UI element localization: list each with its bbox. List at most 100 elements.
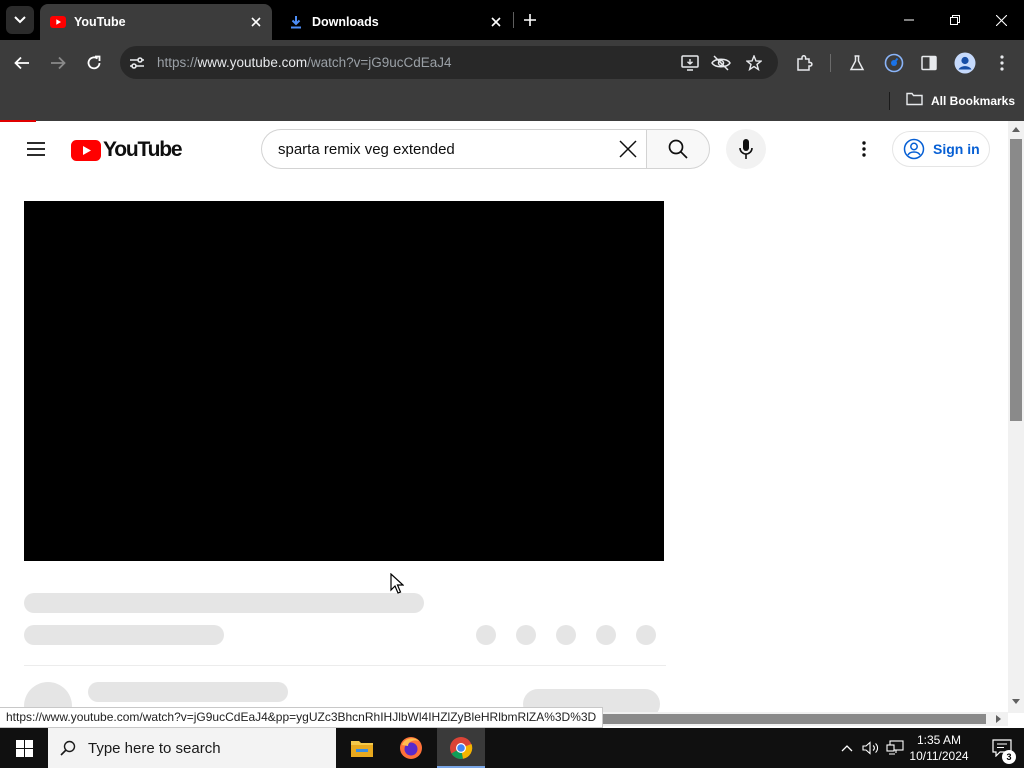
url-text: https://www.youtube.com/watch?v=jG9ucCdE… bbox=[157, 55, 452, 70]
browser-menu-button[interactable] bbox=[988, 49, 1016, 77]
youtube-logo[interactable]: YouTube bbox=[71, 138, 183, 162]
tab-downloads[interactable]: Downloads bbox=[278, 4, 512, 40]
settings-menu-button[interactable] bbox=[850, 135, 878, 163]
hamburger-icon bbox=[27, 142, 45, 156]
restore-button[interactable] bbox=[932, 0, 978, 40]
page-loading-bar bbox=[0, 120, 36, 122]
browser-tab-strip: YouTube Downloads bbox=[0, 0, 1024, 40]
video-title-placeholder bbox=[24, 593, 424, 613]
all-bookmarks-label: All Bookmarks bbox=[931, 93, 1016, 108]
account-circle-icon bbox=[903, 138, 925, 160]
clock-date: 10/11/2024 bbox=[909, 749, 969, 763]
chevron-up-icon bbox=[841, 745, 853, 752]
kebab-menu-icon bbox=[1000, 55, 1004, 71]
scroll-right-arrow-icon[interactable] bbox=[996, 715, 1001, 723]
clear-search-icon[interactable] bbox=[616, 137, 640, 161]
reload-icon bbox=[87, 55, 101, 70]
tab-youtube[interactable]: YouTube bbox=[40, 4, 272, 40]
search-icon bbox=[668, 139, 688, 159]
search-button[interactable] bbox=[646, 129, 710, 169]
youtube-icon bbox=[50, 14, 66, 30]
forward-button[interactable] bbox=[44, 49, 72, 77]
address-bar[interactable]: https://www.youtube.com/watch?v=jG9ucCdE… bbox=[120, 46, 778, 79]
tab-title: YouTube bbox=[74, 15, 126, 29]
toolbar-divider bbox=[830, 54, 831, 72]
url-host: www.youtube.com bbox=[197, 55, 308, 70]
close-tab-icon[interactable] bbox=[244, 10, 268, 34]
taskbar-firefox[interactable] bbox=[387, 728, 435, 768]
action-placeholder bbox=[516, 625, 536, 645]
tab-search-button[interactable] bbox=[6, 6, 34, 34]
sign-in-button[interactable]: Sign in bbox=[892, 131, 990, 167]
install-app-icon[interactable] bbox=[677, 50, 703, 76]
forward-arrow-icon bbox=[51, 56, 66, 70]
guide-menu-button[interactable] bbox=[22, 135, 50, 163]
site-info-icon[interactable] bbox=[124, 50, 150, 76]
video-player[interactable] bbox=[24, 201, 664, 561]
mouse-cursor-icon bbox=[390, 573, 404, 594]
extensions-button[interactable] bbox=[790, 49, 818, 77]
puzzle-icon bbox=[797, 54, 813, 71]
scroll-down-arrow-icon[interactable] bbox=[1012, 699, 1020, 704]
youtube-play-logo-icon bbox=[71, 139, 101, 161]
back-arrow-icon bbox=[14, 56, 29, 70]
reload-button[interactable] bbox=[80, 49, 108, 77]
labs-button[interactable] bbox=[843, 49, 871, 77]
side-panel-button[interactable] bbox=[915, 49, 943, 77]
windows-logo-icon bbox=[15, 739, 33, 757]
scrollbar-thumb[interactable] bbox=[1010, 139, 1022, 421]
start-button[interactable] bbox=[0, 728, 48, 768]
eye-slash-icon[interactable] bbox=[708, 50, 734, 76]
sign-in-label: Sign in bbox=[933, 141, 980, 157]
performance-button[interactable] bbox=[880, 49, 908, 77]
volume-button[interactable] bbox=[860, 728, 882, 768]
search-input[interactable]: sparta remix veg extended bbox=[261, 129, 647, 169]
voice-search-button[interactable] bbox=[726, 129, 766, 169]
profile-button[interactable] bbox=[951, 49, 979, 77]
plus-icon bbox=[524, 14, 536, 26]
browser-toolbar: https://www.youtube.com/watch?v=jG9ucCdE… bbox=[0, 40, 1024, 86]
firefox-icon bbox=[400, 737, 422, 759]
new-tab-button[interactable] bbox=[518, 8, 542, 32]
back-button[interactable] bbox=[8, 49, 36, 77]
vertical-scrollbar[interactable] bbox=[1008, 121, 1024, 713]
side-panel-icon bbox=[921, 55, 937, 71]
all-bookmarks-button[interactable]: All Bookmarks bbox=[906, 92, 1015, 109]
taskbar-file-explorer[interactable] bbox=[338, 728, 386, 768]
channel-info-placeholder bbox=[24, 625, 224, 645]
search-query-text: sparta remix veg extended bbox=[278, 141, 455, 158]
scroll-up-arrow-icon[interactable] bbox=[1012, 127, 1020, 132]
close-tab-icon[interactable] bbox=[484, 10, 508, 34]
action-placeholder bbox=[476, 625, 496, 645]
taskbar-search-placeholder: Type here to search bbox=[88, 739, 221, 757]
minimize-icon bbox=[904, 19, 914, 21]
notification-count-badge: 3 bbox=[1002, 750, 1016, 764]
action-placeholder bbox=[596, 625, 616, 645]
clock-time: 1:35 AM bbox=[916, 733, 962, 747]
bookmarks-divider bbox=[889, 92, 890, 110]
minimize-button[interactable] bbox=[886, 0, 932, 40]
action-placeholder bbox=[636, 625, 656, 645]
notifications-button[interactable]: 3 bbox=[980, 728, 1024, 768]
bookmarks-bar: All Bookmarks bbox=[0, 86, 1024, 116]
youtube-page: YouTube sparta remix veg extended Sign i… bbox=[0, 121, 1008, 713]
folder-icon bbox=[906, 92, 923, 109]
show-hidden-icons-button[interactable] bbox=[836, 728, 858, 768]
divider bbox=[24, 665, 666, 666]
youtube-wordmark: YouTube bbox=[103, 138, 183, 161]
taskbar-search-box[interactable]: Type here to search bbox=[48, 728, 336, 768]
microphone-icon bbox=[739, 139, 753, 159]
chrome-icon bbox=[450, 737, 473, 759]
url-prefix: https:// bbox=[157, 55, 198, 70]
link-status-bubble: https://www.youtube.com/watch?v=jG9ucCdE… bbox=[0, 707, 604, 728]
taskbar-chrome[interactable] bbox=[437, 728, 485, 768]
gauge-icon bbox=[884, 53, 904, 73]
restore-icon bbox=[950, 15, 960, 25]
bookmark-star-icon[interactable] bbox=[741, 50, 767, 76]
profile-avatar-icon bbox=[954, 52, 976, 74]
taskbar-clock[interactable]: 1:35 AM 10/11/2024 bbox=[902, 732, 976, 764]
close-window-button[interactable] bbox=[978, 0, 1024, 40]
download-icon bbox=[288, 14, 304, 30]
tab-separator bbox=[513, 12, 514, 28]
windows-taskbar: Type here to search 1:35 AM 10/11/2024 3 bbox=[0, 728, 1024, 768]
